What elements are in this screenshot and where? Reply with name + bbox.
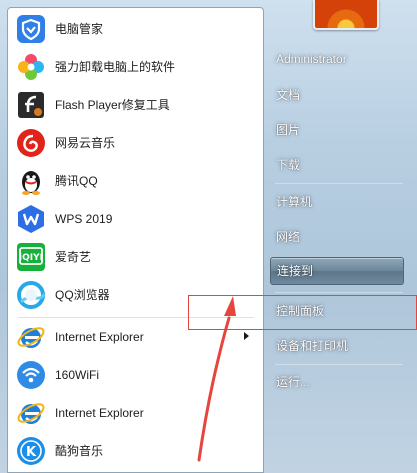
program-label: 电脑管家	[55, 22, 104, 36]
submenu-arrow-icon[interactable]	[244, 332, 249, 340]
program-label: QQ浏览器	[55, 288, 110, 302]
qq-penguin-icon	[15, 165, 47, 197]
program-label: 网易云音乐	[55, 136, 116, 150]
flash-player-icon	[15, 89, 47, 121]
program-label: 强力卸载电脑上的软件	[55, 60, 176, 74]
netease-cloud-music-icon	[15, 127, 47, 159]
network-link[interactable]: 网络	[270, 222, 404, 252]
program-label: WPS 2019	[55, 212, 113, 226]
pictures-link[interactable]: 图片	[270, 115, 404, 145]
iqiyi-icon: iQIYI	[15, 241, 47, 273]
program-item-flash-repair[interactable]: Flash Player修复工具	[8, 86, 263, 124]
annotation-highlight-box	[188, 295, 417, 330]
program-label: 160WiFi	[55, 368, 100, 382]
svg-text:iQIYI: iQIYI	[19, 253, 43, 263]
user-folder-link[interactable]: Administrator	[270, 44, 404, 74]
program-label: Internet Explorer	[55, 406, 144, 420]
kugou-music-icon: K	[15, 435, 47, 467]
qq-browser-icon	[15, 279, 47, 311]
program-item-netease-music[interactable]: 网易云音乐	[8, 124, 263, 162]
wps-icon	[15, 203, 47, 235]
wifi-icon	[15, 359, 47, 391]
internet-explorer-icon	[15, 397, 47, 429]
divider	[275, 292, 403, 293]
svg-text:K: K	[26, 445, 37, 460]
connect-to-link[interactable]: 连接到	[270, 257, 404, 285]
program-item-160wifi[interactable]: 160WiFi	[8, 356, 263, 394]
program-label: Flash Player修复工具	[55, 98, 170, 112]
documents-link[interactable]: 文档	[270, 80, 404, 110]
program-label: 腾讯QQ	[55, 174, 98, 188]
program-item-pc-manager[interactable]: 电脑管家	[8, 10, 263, 48]
internet-explorer-icon	[15, 321, 47, 353]
divider	[275, 183, 403, 184]
start-menu: 电脑管家 强力卸载电脑上的软件 Flash Player修复工具 网易云音乐 腾	[0, 0, 417, 473]
program-item-qq[interactable]: 腾讯QQ	[8, 162, 263, 200]
program-item-iqiyi[interactable]: iQIYI 爱奇艺	[8, 238, 263, 276]
divider	[275, 364, 403, 365]
program-item-kugou[interactable]: K 酷狗音乐	[8, 432, 263, 470]
program-list: 电脑管家 强力卸载电脑上的软件 Flash Player修复工具 网易云音乐 腾	[7, 7, 264, 473]
devices-and-printers-link[interactable]: 设备和打印机	[270, 331, 404, 361]
program-item-uninstaller[interactable]: 强力卸载电脑上的软件	[8, 48, 263, 86]
computer-link[interactable]: 计算机	[270, 187, 404, 217]
run-link[interactable]: 运行...	[270, 367, 404, 397]
program-item-internet-explorer[interactable]: Internet Explorer	[8, 394, 263, 432]
program-label: Internet Explorer	[55, 330, 144, 344]
user-avatar[interactable]	[313, 0, 379, 30]
tencent-pc-manager-icon	[15, 13, 47, 45]
program-label: 爱奇艺	[55, 250, 92, 264]
uninstaller-flower-icon	[15, 51, 47, 83]
program-label: 酷狗音乐	[55, 444, 104, 458]
downloads-link[interactable]: 下载	[270, 150, 404, 180]
program-item-wps[interactable]: WPS 2019	[8, 200, 263, 238]
